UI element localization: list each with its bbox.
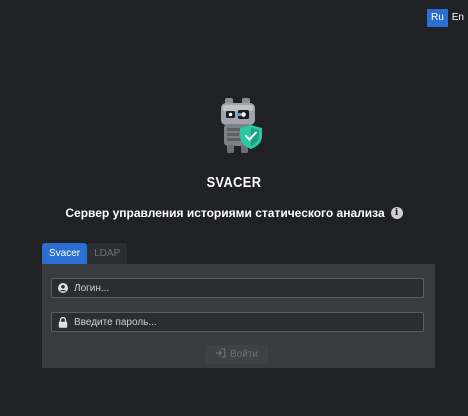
- language-switch: Ru En: [426, 9, 468, 27]
- subtitle-text: Сервер управления историями статического…: [65, 206, 385, 220]
- auth-tabs: Svacer LDAP: [42, 243, 128, 264]
- password-input[interactable]: [74, 316, 394, 328]
- tab-svacer[interactable]: Svacer: [42, 243, 88, 264]
- sign-in-icon: [215, 348, 226, 361]
- page-subtitle: Сервер управления историями статического…: [0, 206, 468, 220]
- tab-ldap[interactable]: LDAP: [87, 243, 128, 264]
- user-icon: [58, 283, 68, 294]
- lang-en-button[interactable]: En: [448, 9, 468, 27]
- robot-mascot-with-shield-icon: [209, 95, 271, 157]
- login-submit-button[interactable]: Войти: [205, 345, 268, 364]
- lock-icon: [58, 316, 68, 328]
- info-circle-icon[interactable]: i: [390, 207, 403, 219]
- login-panel: Войти: [42, 264, 435, 368]
- login-input[interactable]: [74, 282, 394, 294]
- password-field[interactable]: [51, 312, 424, 332]
- lang-ru-button[interactable]: Ru: [426, 9, 448, 27]
- app-title: SVACER: [206, 174, 262, 191]
- login-field[interactable]: [51, 278, 424, 298]
- submit-label: Войти: [230, 349, 258, 360]
